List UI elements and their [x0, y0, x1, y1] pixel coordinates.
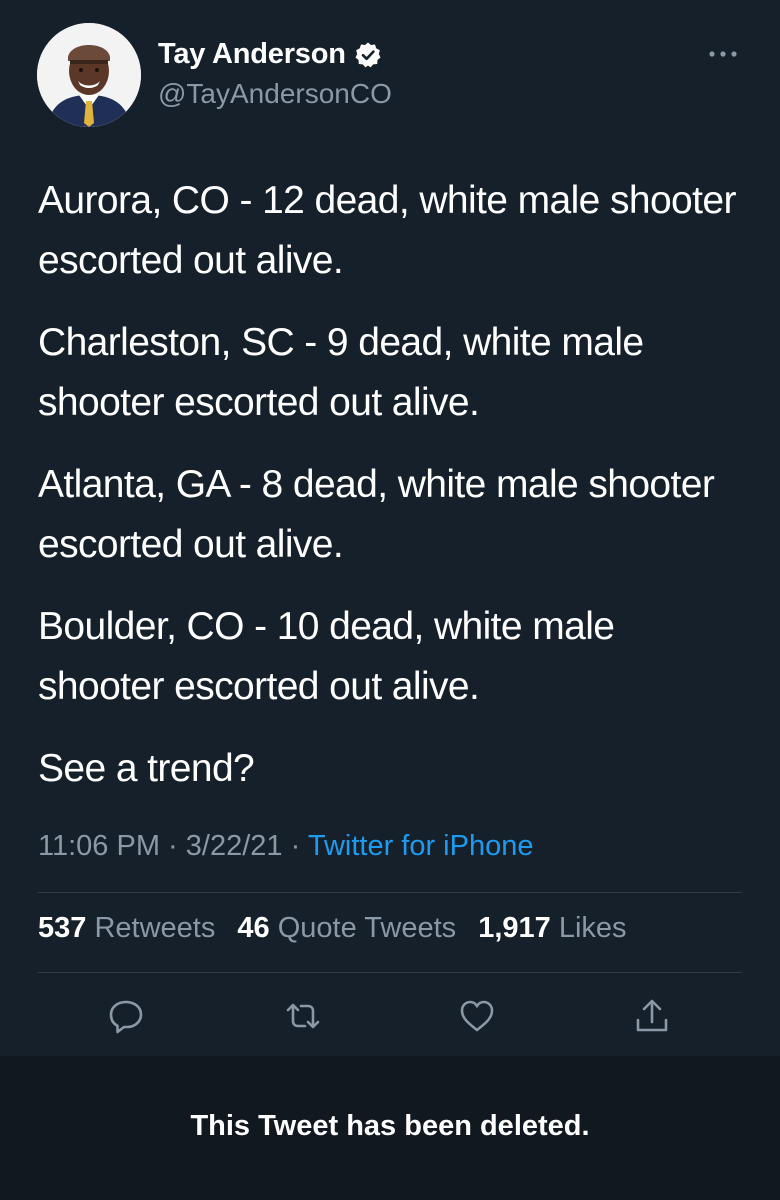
retweets-count: 537: [38, 912, 87, 944]
retweet-button[interactable]: [283, 996, 323, 1036]
meta-separator: ·: [168, 830, 178, 862]
divider: [38, 972, 742, 973]
divider: [38, 892, 742, 893]
verified-badge-icon: [354, 41, 382, 69]
deleted-notice-text: This Tweet has been deleted.: [190, 1110, 590, 1142]
tweet-line-charleston: Charleston, SC - 9 dead, white male shoo…: [38, 321, 644, 424]
tweet-text: Aurora, CO - 12 dead, white male shooter…: [38, 171, 743, 799]
display-name[interactable]: Tay Anderson: [158, 38, 346, 71]
tweet-line-atlanta: Atlanta, GA - 8 dead, white male shooter…: [38, 463, 715, 566]
retweet-icon: [286, 1003, 320, 1029]
meta-separator: ·: [290, 830, 301, 862]
more-options-icon[interactable]: [706, 44, 740, 64]
reply-button[interactable]: [106, 996, 146, 1036]
retweets-label: Retweets: [94, 912, 216, 944]
likes-count: 1,917: [478, 912, 551, 944]
tweet-source-link[interactable]: Twitter for iPhone: [308, 830, 534, 862]
avatar[interactable]: [37, 23, 141, 127]
quote-tweets-count: 46: [237, 912, 270, 944]
like-button[interactable]: [457, 996, 497, 1036]
tweet-line-boulder: Boulder, CO - 10 dead, white male shoote…: [38, 605, 615, 708]
likes-label: Likes: [558, 912, 627, 944]
tweet-card: Tay Anderson @TayAndersonCO Aurora, CO -…: [0, 0, 780, 1056]
quote-tweets-stat[interactable]: 46 Quote Tweets: [237, 912, 456, 944]
quote-tweets-label: Quote Tweets: [277, 912, 457, 944]
share-icon: [636, 999, 668, 1032]
tweet-metadata: 11:06 PM · 3/22/21 · Twitter for iPhone: [38, 830, 533, 863]
tweet-line-question: See a trend?: [38, 747, 255, 790]
reply-icon: [109, 1000, 143, 1034]
tweet-time[interactable]: 11:06 PM: [38, 830, 160, 862]
share-button[interactable]: [632, 996, 672, 1036]
likes-stat[interactable]: 1,917 Likes: [478, 912, 626, 944]
profile-photo-icon: [37, 23, 141, 127]
engagement-stats: 537 Retweets 46 Quote Tweets 1,917 Likes: [38, 912, 641, 945]
retweets-stat[interactable]: 537 Retweets: [38, 912, 215, 944]
tweet-line-aurora: Aurora, CO - 12 dead, white male shooter…: [38, 179, 736, 282]
author-handle[interactable]: @TayAndersonCO: [158, 78, 392, 110]
author-name-row[interactable]: Tay Anderson: [158, 38, 382, 71]
tweet-date[interactable]: 3/22/21: [186, 830, 283, 862]
like-icon: [460, 1000, 494, 1032]
